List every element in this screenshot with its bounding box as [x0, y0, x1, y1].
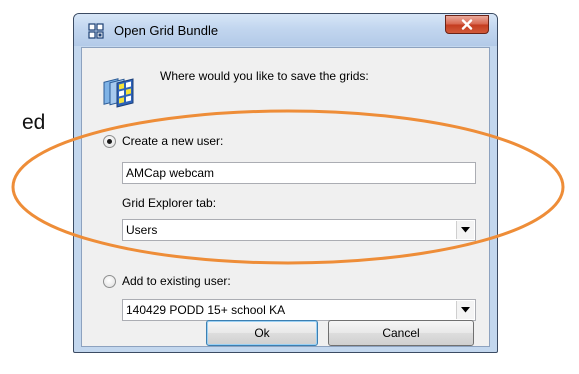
create-new-user-label[interactable]: Create a new user: [122, 134, 223, 148]
open-grid-bundle-dialog: Open Grid Bundle Where would you like to… [73, 13, 498, 353]
save-location-prompt: Where would you like to save the grids: [160, 69, 369, 83]
dropdown-arrow-icon[interactable] [456, 221, 474, 239]
create-new-user-radio[interactable] [103, 135, 116, 148]
radio-selected-dot [107, 139, 112, 144]
close-button[interactable] [445, 15, 489, 34]
grid-explorer-tab-dropdown[interactable]: Users [122, 219, 476, 241]
existing-user-dropdown[interactable]: 140429 PODD 15+ school KA [122, 299, 476, 321]
cancel-button[interactable]: Cancel [328, 320, 474, 346]
add-existing-user-label[interactable]: Add to existing user: [122, 274, 231, 288]
grid-bundle-icon [88, 23, 104, 39]
add-existing-user-radio[interactable] [103, 275, 116, 288]
close-icon [461, 19, 473, 30]
existing-user-value: 140429 PODD 15+ school KA [126, 303, 286, 317]
grid-explorer-tab-value: Users [126, 223, 158, 237]
grid-explorer-tab-label: Grid Explorer tab: [122, 196, 217, 210]
dialog-title: Open Grid Bundle [114, 23, 219, 38]
dialog-body: Where would you like to save the grids: … [81, 47, 490, 347]
title-bar[interactable]: Open Grid Bundle [74, 14, 497, 46]
new-user-name-input[interactable]: AMCap webcam [122, 162, 476, 184]
ok-button[interactable]: Ok [206, 320, 318, 346]
grid-pages-icon [103, 78, 134, 108]
background-partial-text: ed [22, 111, 46, 134]
dropdown-arrow-icon[interactable] [456, 301, 474, 319]
